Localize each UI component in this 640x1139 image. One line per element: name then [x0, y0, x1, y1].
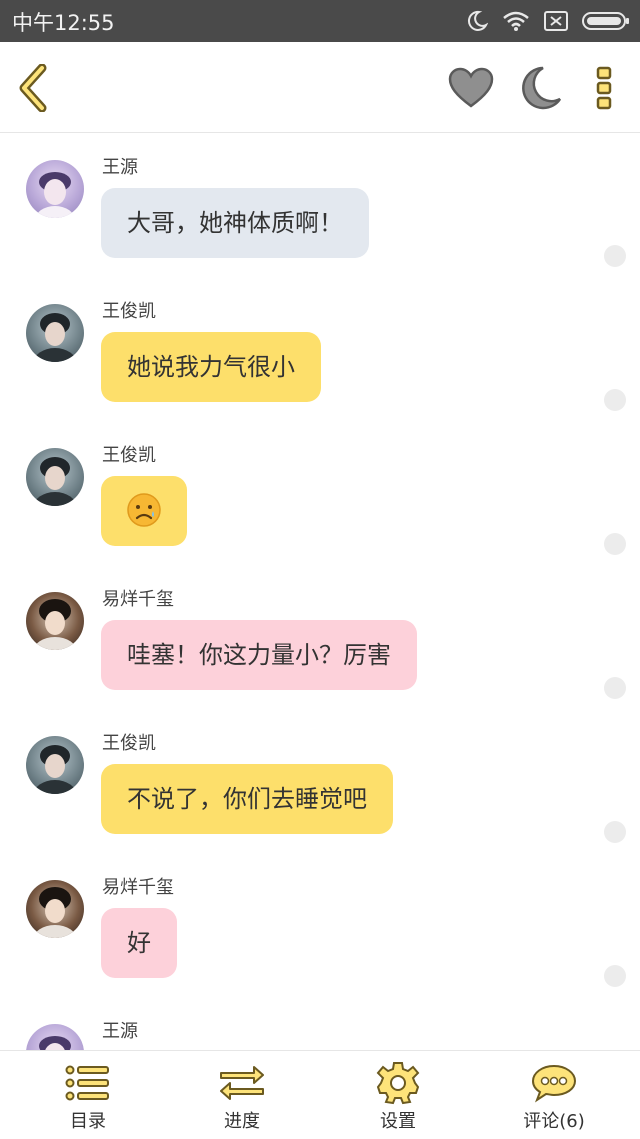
- chat-message: 王源 大哥，她神体质啊！: [0, 133, 640, 277]
- arrows-swap-icon: [220, 1066, 264, 1100]
- sender-name: 王源: [102, 157, 138, 178]
- comment-dot[interactable]: [604, 389, 626, 411]
- message-bubble[interactable]: 哇塞！你这力量小？厉害: [101, 620, 417, 690]
- tab-catalog[interactable]: 目录: [28, 1051, 148, 1139]
- list-icon: [65, 1065, 109, 1101]
- sender-name: 王俊凯: [102, 733, 156, 754]
- sender-name: 王源: [102, 1021, 138, 1042]
- avatar[interactable]: [26, 592, 84, 650]
- message-bubble[interactable]: 好: [101, 908, 177, 978]
- top-bar: [0, 42, 640, 133]
- do-not-disturb-moon-icon: [467, 10, 488, 31]
- night-mode-button[interactable]: [515, 62, 567, 114]
- sender-name: 王俊凯: [102, 301, 156, 322]
- back-chevron-icon: [19, 64, 47, 112]
- sender-name: 王俊凯: [102, 445, 156, 466]
- tab-label: 评论(6): [523, 1111, 585, 1132]
- avatar[interactable]: [26, 448, 84, 506]
- avatar[interactable]: [26, 1024, 84, 1050]
- favorite-button[interactable]: [445, 62, 497, 114]
- tab-label: 目录: [70, 1111, 106, 1132]
- comment-dot[interactable]: [604, 245, 626, 267]
- gear-icon: [376, 1062, 420, 1105]
- avatar[interactable]: [26, 880, 84, 938]
- status-bar: 中午12:55: [0, 0, 640, 42]
- more-options-button[interactable]: [578, 62, 630, 114]
- tab-label: 进度: [224, 1111, 260, 1132]
- sender-name: 易烊千玺: [102, 877, 174, 898]
- chat-message: 易烊千玺 哇塞！你这力量小？厉害: [0, 565, 640, 709]
- tab-settings[interactable]: 设置: [338, 1051, 458, 1139]
- moon-icon: [522, 66, 562, 110]
- tab-progress[interactable]: 进度: [182, 1051, 302, 1139]
- message-bubble[interactable]: 大哥，她神体质啊！: [101, 188, 369, 258]
- chat-list[interactable]: 王源 大哥，她神体质啊！ 王俊凯 她说我力气很小 王俊凯 😟: [0, 133, 640, 1050]
- comment-bubble-icon: [531, 1064, 577, 1103]
- bottom-bar: 目录 进度 设置 评论(6): [0, 1050, 640, 1139]
- chat-message: 王俊凯 她说我力气很小: [0, 277, 640, 421]
- back-button[interactable]: [8, 62, 60, 114]
- chat-message: 王俊凯 😟: [0, 421, 640, 565]
- heart-icon: [448, 67, 494, 108]
- comment-dot[interactable]: [604, 821, 626, 843]
- chat-message: 王源: [0, 997, 640, 1050]
- avatar[interactable]: [26, 736, 84, 794]
- comment-dot[interactable]: [604, 677, 626, 699]
- chat-message: 王俊凯 不说了，你们去睡觉吧: [0, 709, 640, 853]
- chat-message: 易烊千玺 好: [0, 853, 640, 997]
- tab-comments[interactable]: 评论(6): [494, 1051, 614, 1139]
- no-sim-icon: [544, 11, 568, 31]
- tab-label: 设置: [380, 1111, 416, 1132]
- comment-dot[interactable]: [604, 965, 626, 987]
- message-bubble[interactable]: 😟: [101, 476, 187, 546]
- battery-icon: [582, 12, 629, 30]
- comment-dot[interactable]: [604, 533, 626, 555]
- sad-face-emoji-icon: [127, 493, 161, 527]
- avatar[interactable]: [26, 304, 84, 362]
- status-icons: [466, 8, 630, 34]
- status-time: 中午12:55: [12, 11, 115, 35]
- wifi-icon: [503, 11, 529, 31]
- avatar[interactable]: [26, 160, 84, 218]
- sender-name: 易烊千玺: [102, 589, 174, 610]
- more-dots-icon: [596, 66, 612, 110]
- message-bubble[interactable]: 她说我力气很小: [101, 332, 321, 402]
- message-bubble[interactable]: 不说了，你们去睡觉吧: [101, 764, 393, 834]
